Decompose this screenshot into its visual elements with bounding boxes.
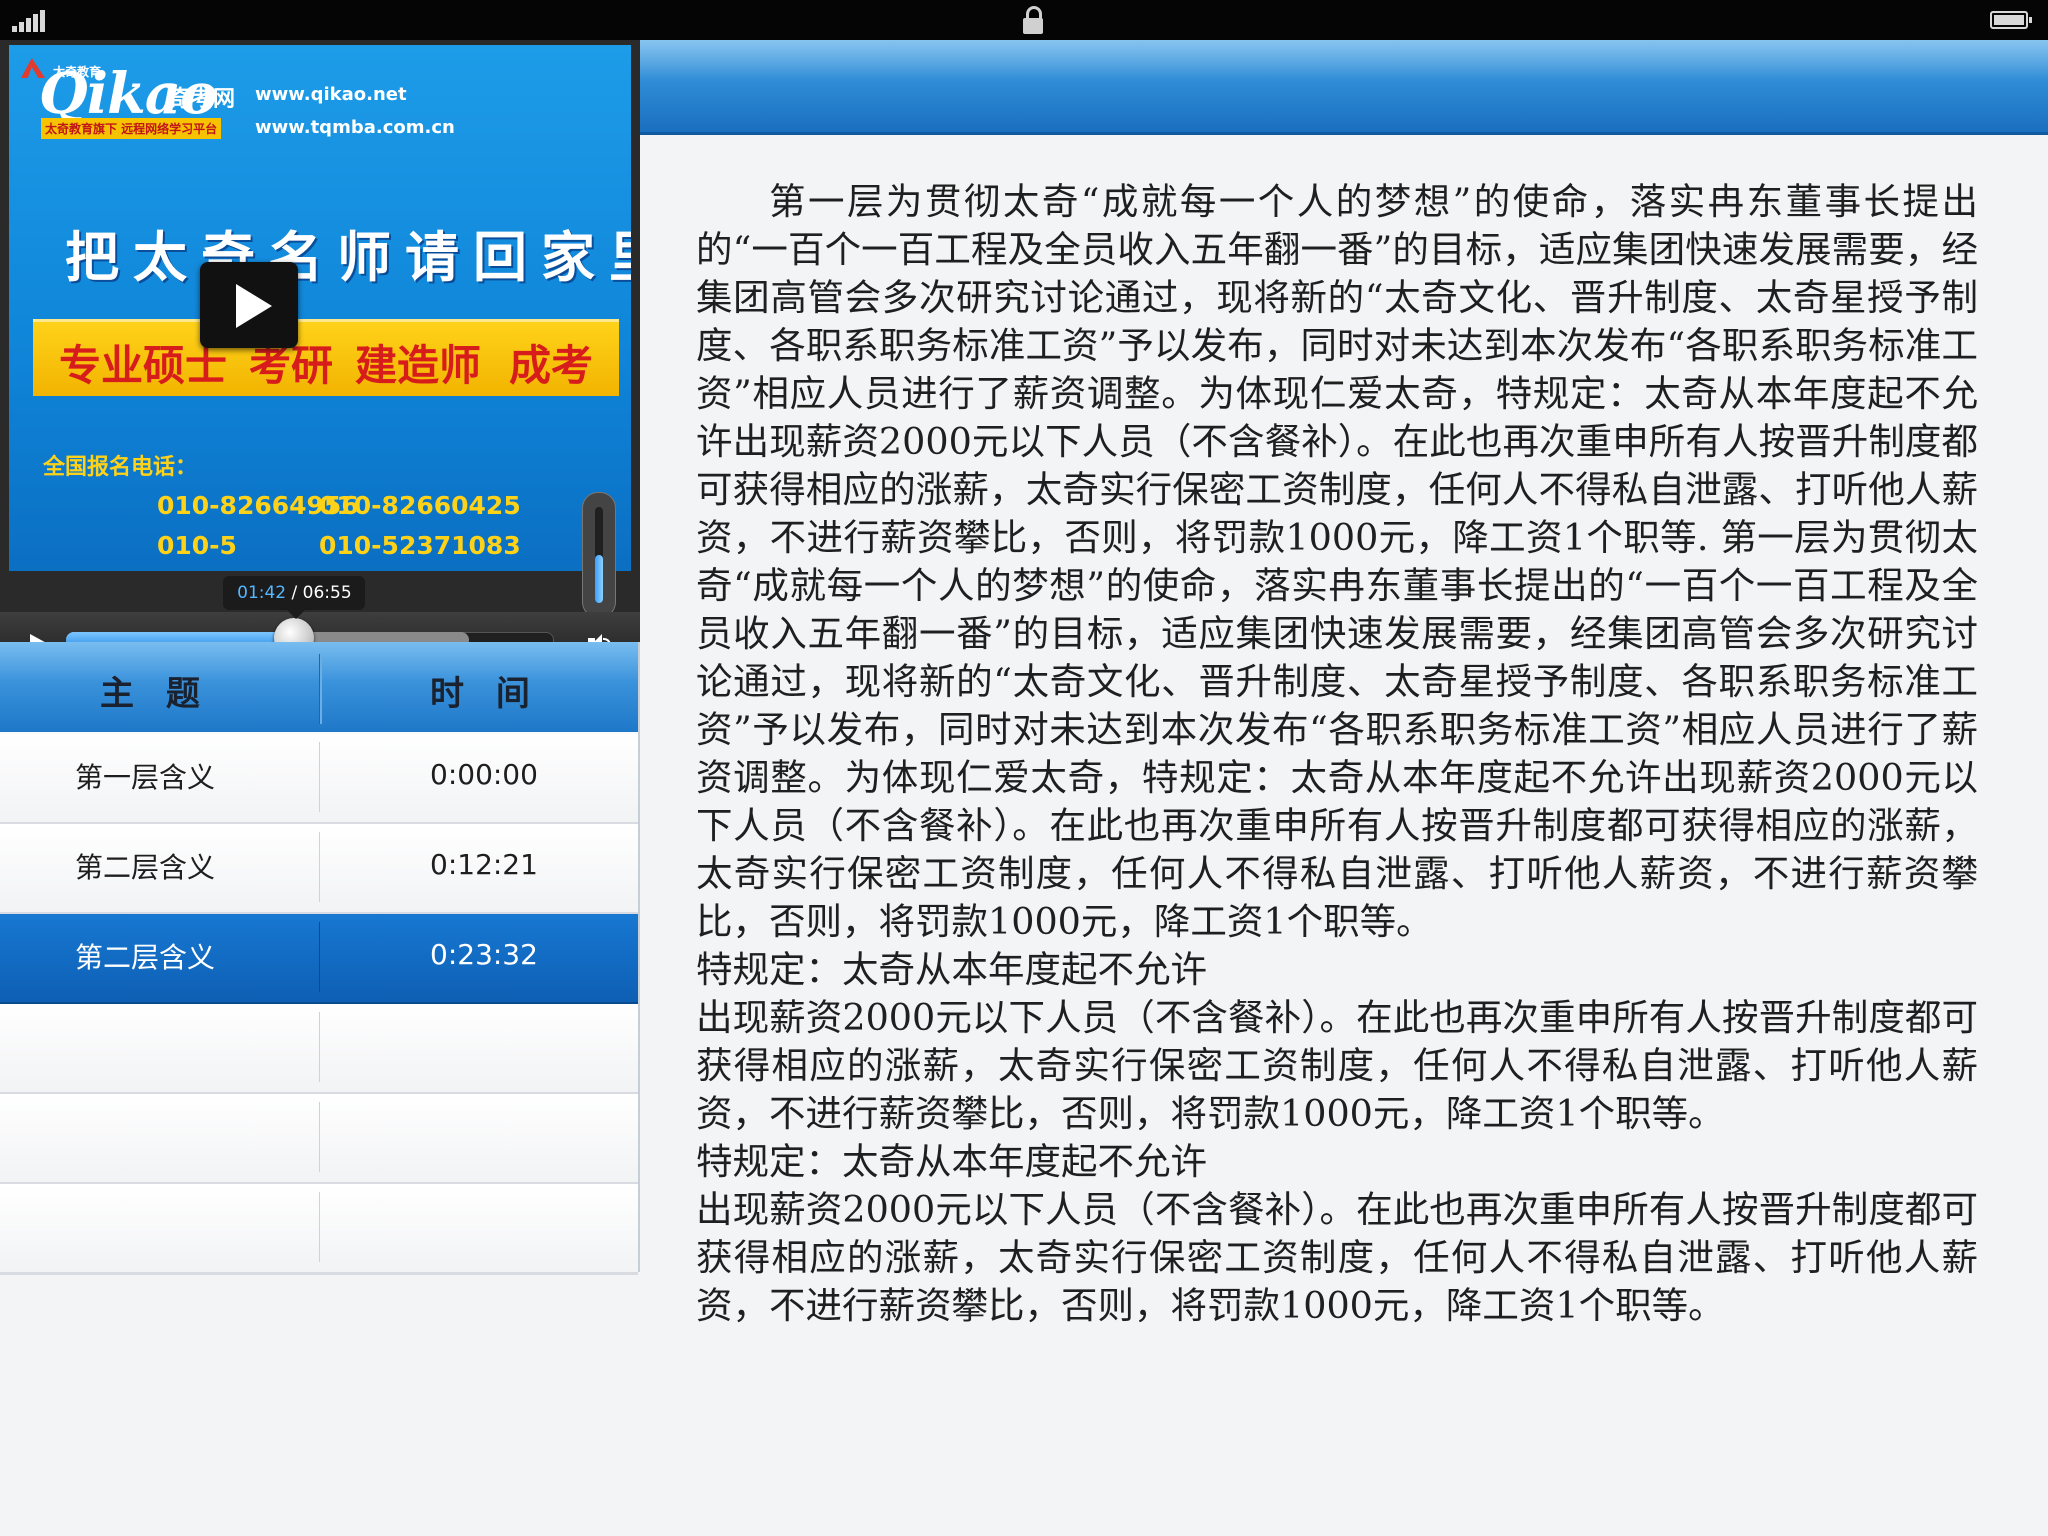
paragraph: 第一层为贯彻太奇“成就每一个人的梦想”的使命，落实冉东董事长提出的“一百个一百工… xyxy=(696,180,1978,943)
paragraph: 出现薪资2000元以下人员（不含餐补）。在此也再次重申所有人按晋升制度都可获得相… xyxy=(696,996,1978,1135)
banner-item: 建造师 xyxy=(355,341,482,390)
brand-name-cn: 奇考网 xyxy=(169,87,236,112)
time-separator: / xyxy=(286,583,303,603)
chapter-row[interactable] xyxy=(0,1184,638,1275)
chapter-row[interactable]: 第一层含义 0:00:00 xyxy=(0,734,638,825)
status-bar xyxy=(0,0,2048,40)
header-topic: 主 题 xyxy=(100,674,210,714)
play-overlay-button[interactable] xyxy=(200,262,298,348)
phone-number: 010-5 xyxy=(157,531,237,560)
chapter-time: 0:12:21 xyxy=(430,848,538,881)
chapter-row[interactable] xyxy=(0,1094,638,1185)
content-header-bar xyxy=(640,40,2048,135)
chapter-row[interactable] xyxy=(0,1004,638,1095)
paragraph: 出现薪资2000元以下人员（不含餐补）。在此也再次重申所有人按晋升制度都可获得相… xyxy=(696,1188,1978,1327)
duration: 06:55 xyxy=(302,583,352,603)
table-header: 主 题 时 间 xyxy=(0,642,638,732)
tagline: 太奇教育旗下 远程网络学习平台 xyxy=(41,118,222,139)
paragraph: 特规定：太奇从本年度起不允许 xyxy=(696,1140,1207,1183)
chapter-row[interactable]: 第二层含义 0:12:21 xyxy=(0,824,638,915)
header-time: 时 间 xyxy=(430,674,540,714)
chapter-row[interactable]: 第二层含义 0:23:32 xyxy=(0,914,638,1005)
video-player[interactable]: Qikao 太奇教育 奇考网 www.qikao.net www.tqmba.c… xyxy=(0,40,640,670)
chapter-time: 0:23:32 xyxy=(430,938,538,971)
phone-number: 010-52371083 xyxy=(319,531,521,560)
chapter-time: 0:00:00 xyxy=(430,758,538,791)
signal-icon xyxy=(12,10,46,32)
paragraph: 特规定：太奇从本年度起不允许 xyxy=(696,948,1207,991)
course-banner: 专业硕士 考研 建造师 成考 xyxy=(33,319,619,396)
phone-number: 010-82660425 xyxy=(319,491,521,520)
current-time: 01:42 xyxy=(237,583,287,603)
chapter-topic: 第二层含义 xyxy=(75,941,216,974)
website-url-2: www.tqmba.com.cn xyxy=(255,117,455,138)
banner-item: 成考 xyxy=(509,341,594,390)
time-tooltip: 01:42 / 06:55 xyxy=(223,576,366,619)
chapter-topic: 第二层含义 xyxy=(75,851,216,884)
lock-icon xyxy=(1022,6,1044,34)
phone-label: 全国报名电话： xyxy=(43,455,198,480)
logo-caption: 太奇教育 xyxy=(53,65,102,79)
website-url-1: www.qikao.net xyxy=(255,84,407,105)
slogan: 把太奇名师请回家里 xyxy=(65,226,631,289)
battery-icon xyxy=(1990,11,2032,29)
chapter-topic: 第一层含义 xyxy=(75,761,216,794)
content-text[interactable]: 第一层为贯彻太奇“成就每一个人的梦想”的使命，落实冉东董事长提出的“一百个一百工… xyxy=(696,178,1978,1330)
volume-slider[interactable] xyxy=(582,492,616,618)
chapter-table: 主 题 时 间 第一层含义 0:00:00 第二层含义 0:12:21 第二层含义 0:2… xyxy=(0,642,640,1275)
video-frame-image[interactable]: Qikao 太奇教育 奇考网 www.qikao.net www.tqmba.c… xyxy=(9,45,631,571)
